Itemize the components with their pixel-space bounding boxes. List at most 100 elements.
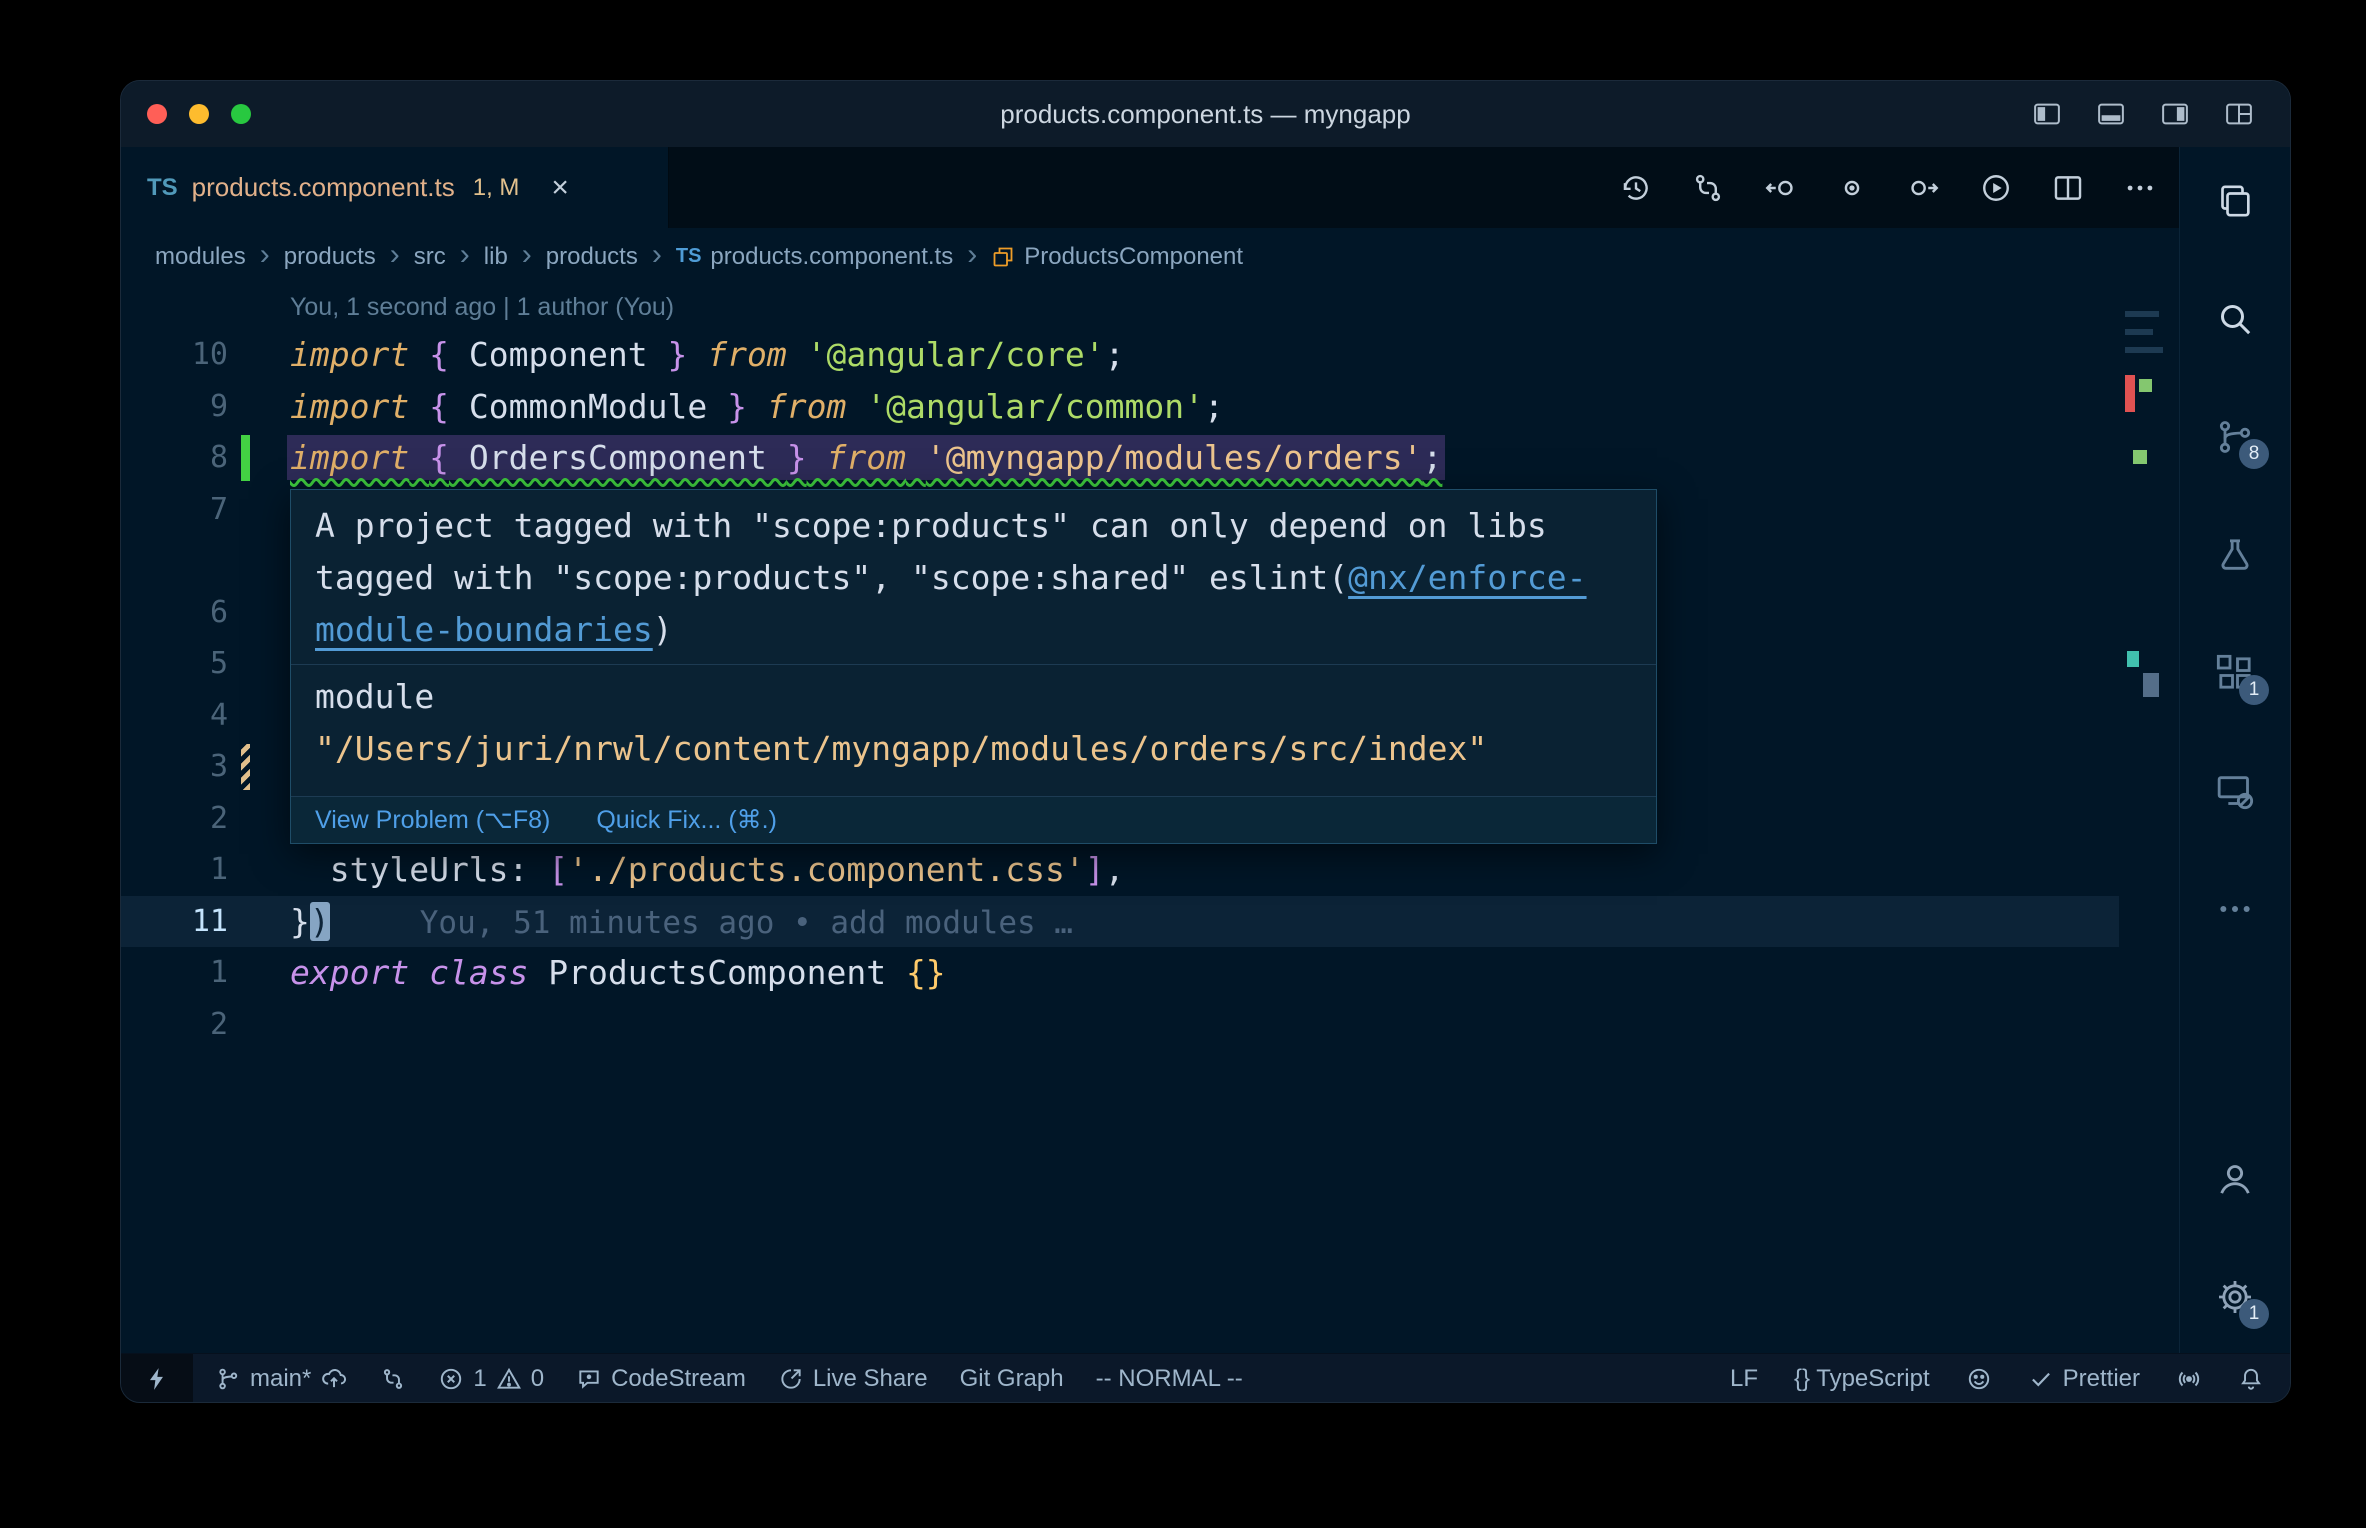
toggle-secondary-sidebar-icon[interactable]	[2160, 99, 2190, 129]
breadcrumb-label: src	[413, 242, 446, 270]
line-number: 1	[209, 955, 228, 990]
title-bar: products.component.ts — myngapp	[121, 81, 2290, 147]
more-views-icon[interactable]	[2205, 879, 2265, 939]
breadcrumb-label: products	[283, 242, 376, 270]
class-symbol-icon	[991, 245, 1015, 269]
next-change-icon[interactable]	[1907, 171, 1941, 205]
compare-changes-icon[interactable]	[1691, 171, 1725, 205]
close-tab-icon[interactable]: ×	[551, 171, 569, 205]
breadcrumb-item[interactable]: products	[546, 243, 638, 271]
minimap-added-mark	[2139, 379, 2153, 392]
breadcrumb-separator: ›	[651, 237, 662, 271]
status-bar: main* 1 0 CodeStream Live Share Git Grap…	[121, 1353, 2290, 1402]
hover-module-path: "/Users/juri/nrwl/content/myngapp/module…	[315, 729, 1488, 768]
broadcast-icon[interactable]	[2176, 1366, 2202, 1392]
view-problem-action[interactable]: View Problem (⌥F8)	[315, 805, 550, 835]
vim-block-cursor: )	[309, 901, 330, 941]
breadcrumb: modules › products › src › lib › products › TS prod…	[121, 228, 2180, 285]
toggle-panel-icon[interactable]	[2096, 99, 2126, 129]
tab-products-component[interactable]: TS products.component.ts 1, M ×	[121, 147, 669, 228]
codestream-status[interactable]: CodeStream	[576, 1365, 746, 1393]
breadcrumb-item[interactable]: modules	[155, 243, 246, 271]
code-text: export class ProductsComponent {}	[290, 953, 946, 992]
codelens-authors[interactable]: You, 1 second ago | 1 author (You)	[290, 285, 674, 329]
editor[interactable]: You, 1 second ago | 1 author (You) 10 imp…	[121, 285, 2180, 1353]
language-status[interactable]: {} TypeScript	[1794, 1365, 1930, 1393]
git-graph-label: Git Graph	[959, 1365, 1064, 1392]
customize-layout-icon[interactable]	[2224, 99, 2254, 129]
search-icon[interactable]	[2205, 289, 2265, 349]
extensions-badge: 1	[2239, 675, 2270, 705]
line-number: 11	[191, 903, 228, 939]
minimap-info-mark	[2127, 651, 2140, 667]
git-graph-status[interactable]: Git Graph	[960, 1365, 1064, 1393]
minimap[interactable]	[2123, 285, 2175, 885]
remote-explorer-icon[interactable]	[2205, 761, 2265, 821]
minimap-deleted-mark	[2125, 375, 2136, 412]
gutter-added-indicator	[241, 435, 250, 481]
more-actions-icon[interactable]	[2123, 171, 2157, 205]
remote-indicator[interactable]	[121, 1354, 193, 1402]
timeline-history-icon[interactable]	[1619, 171, 1653, 205]
line-number: 1	[209, 852, 228, 887]
breadcrumb-item[interactable]: products	[284, 243, 376, 271]
breadcrumb-label: ProductsComponent	[1024, 242, 1244, 270]
line-number: 9	[209, 388, 228, 424]
warning-icon	[496, 1367, 521, 1389]
prettier-status[interactable]: Prettier	[2028, 1365, 2140, 1393]
gitlens-compare-status[interactable]	[380, 1366, 406, 1392]
line-number: 5	[209, 646, 228, 681]
tab-bar: TS products.component.ts 1, M ×	[121, 147, 2180, 228]
inline-blame: You, 51 minutes ago • add modules …	[419, 904, 1073, 941]
code-line[interactable]: 2	[121, 999, 2119, 1051]
code-text: }) You, 51 minutes ago • add modules …	[290, 901, 1073, 941]
run-file-icon[interactable]	[1979, 171, 2013, 205]
breadcrumb-separator: ›	[521, 237, 532, 271]
account-icon[interactable]	[2205, 1149, 2265, 1209]
quick-fix-action[interactable]: Quick Fix... (⌘.)	[596, 805, 777, 835]
live-share-status[interactable]: Live Share	[778, 1365, 928, 1393]
eol-status[interactable]: LF	[1730, 1365, 1758, 1393]
problem-hover: A project tagged with "scope:products" c…	[290, 489, 1657, 844]
extensions-icon[interactable]: 1	[2205, 643, 2270, 705]
breadcrumb-separator: ›	[259, 237, 270, 271]
code-line[interactable]: 1 export class ProductsComponent {}	[121, 947, 2119, 999]
notifications-bell-icon[interactable]	[2238, 1366, 2264, 1392]
minimap-line	[2125, 347, 2164, 353]
ts-file-icon: TS	[147, 173, 178, 201]
code-line[interactable]: 1 styleUrls: ['./products.component.css'…	[121, 844, 2119, 896]
breadcrumb-item[interactable]: src	[414, 243, 446, 271]
code-line[interactable]: 10 import { Component } from '@angular/co…	[121, 329, 2119, 381]
settings-badge: 1	[2239, 1299, 2270, 1329]
current-change-icon[interactable]	[1835, 171, 1869, 205]
ts-file-icon: TS	[675, 245, 702, 267]
line-number: 7	[209, 491, 228, 527]
previous-change-icon[interactable]	[1763, 171, 1797, 205]
code-line[interactable]: 11}) You, 51 minutes ago • add modules …	[121, 895, 2120, 947]
split-editor-icon[interactable]	[2051, 171, 2085, 205]
minimap-line	[2125, 329, 2154, 335]
explorer-icon[interactable]	[2205, 171, 2265, 231]
problems-status[interactable]: 1 0	[438, 1365, 544, 1393]
settings-gear-icon[interactable]: 1	[2205, 1267, 2270, 1329]
breadcrumb-item[interactable]: ProductsComponent	[991, 243, 1243, 271]
breadcrumb-item[interactable]: lib	[484, 243, 508, 271]
remote-indicator-icon	[149, 1368, 163, 1390]
toggle-primary-sidebar-icon[interactable]	[2032, 99, 2062, 129]
source-control-badge: 8	[2239, 439, 2270, 469]
source-control-icon[interactable]: 8	[2205, 407, 2270, 469]
breadcrumb-item[interactable]: TS products.component.ts	[676, 243, 953, 271]
git-branch-icon	[219, 1368, 238, 1390]
breadcrumb-separator: ›	[459, 237, 470, 271]
feedback-smiley-icon[interactable]	[1966, 1366, 1992, 1392]
cloud-upload-icon	[322, 1369, 347, 1388]
test-beaker-icon[interactable]	[2205, 525, 2265, 585]
line-number: 8	[209, 440, 228, 475]
branch-name: main*	[250, 1365, 312, 1392]
vscode-window: products.component.ts — myngapp TS produ…	[120, 80, 2291, 1403]
tab-status-badge: 1, M	[472, 173, 520, 201]
line-number: 2	[209, 1006, 228, 1042]
code-line[interactable]: 9 import { CommonModule } from '@angular/…	[121, 381, 2119, 433]
code-line[interactable]: 8 import { OrdersComponent } from '@mynga…	[121, 432, 2119, 484]
git-branch-status[interactable]: main*	[215, 1365, 348, 1393]
